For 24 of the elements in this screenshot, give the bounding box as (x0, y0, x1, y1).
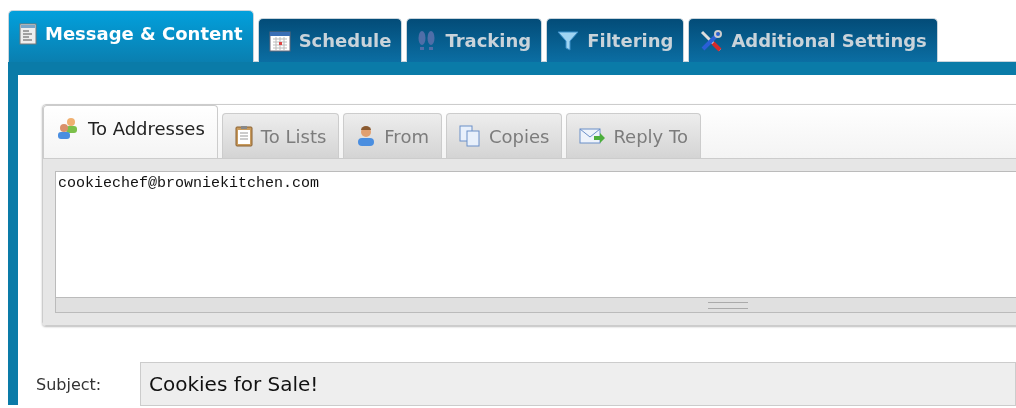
calendar-icon (268, 29, 291, 52)
people-icon (56, 117, 80, 139)
main-tab[interactable]: Tracking (406, 18, 543, 62)
addresses-field[interactable]: cookiechef@browniekitchen.com (55, 171, 1016, 297)
main-tab[interactable]: Schedule (257, 18, 403, 62)
envelope-icon (579, 126, 606, 146)
recipient-tab[interactable]: To Addresses (43, 105, 218, 158)
form-icon (19, 22, 37, 45)
copies-icon (458, 125, 481, 147)
subject-label: Subject: (36, 374, 103, 394)
grip-icon (708, 301, 748, 309)
filter-icon (557, 29, 580, 52)
recipient-tab[interactable]: To Lists (221, 113, 340, 158)
person-icon (356, 125, 377, 147)
main-tab[interactable]: Message & Content (8, 10, 254, 62)
subject-field[interactable]: Cookies for Sale! (140, 362, 1016, 406)
clipboard-icon (234, 125, 253, 147)
recipient-tab[interactable]: Copies (445, 113, 563, 158)
recipient-tab[interactable]: From (343, 113, 442, 158)
tools-icon (699, 28, 724, 53)
recipient-tab[interactable]: Reply To (566, 113, 701, 158)
resize-handle[interactable] (55, 297, 1016, 313)
main-tab[interactable]: Additional Settings (688, 18, 938, 62)
main-tab[interactable]: Filtering (546, 18, 685, 62)
